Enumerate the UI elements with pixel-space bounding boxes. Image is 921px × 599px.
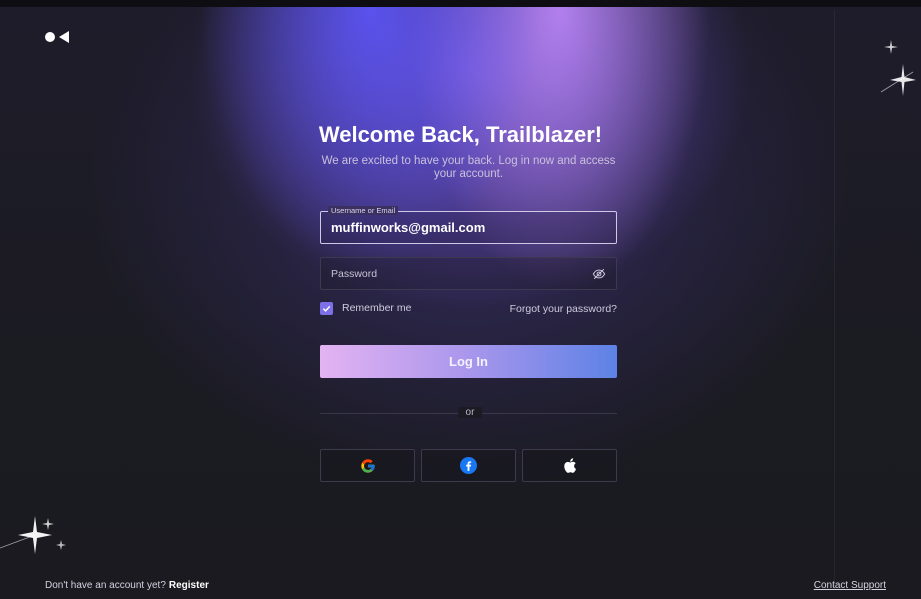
sparkle-icon — [880, 64, 916, 96]
sparkle-icon — [884, 40, 898, 54]
login-button[interactable]: Log In — [320, 345, 617, 378]
remember-me-toggle[interactable]: Remember me — [320, 301, 411, 315]
logo-dot — [45, 32, 55, 42]
register-prompt-text: Don't have an account yet? — [45, 580, 166, 591]
apple-icon — [564, 458, 576, 473]
apple-login-button[interactable] — [522, 449, 617, 482]
eye-off-icon[interactable] — [592, 267, 606, 281]
register-link[interactable]: Register — [169, 580, 209, 591]
facebook-icon — [460, 457, 477, 474]
google-login-button[interactable] — [320, 449, 415, 482]
sparkle-icon — [56, 540, 66, 550]
register-prompt: Don't have an account yet? Register — [45, 580, 209, 591]
page-subtitle: We are excited to have your back. Log in… — [321, 155, 616, 180]
logo-icon[interactable] — [45, 31, 71, 45]
google-icon — [360, 458, 375, 473]
facebook-login-button[interactable] — [421, 449, 516, 482]
remember-label: Remember me — [342, 302, 412, 314]
sparkle-icon — [42, 518, 54, 530]
password-placeholder: Password — [331, 268, 378, 280]
top-bar — [0, 0, 921, 7]
contact-support-link[interactable]: Contact Support — [814, 580, 886, 591]
decorative-line — [834, 10, 835, 590]
logo-triangle — [59, 31, 69, 43]
divider-label: or — [458, 407, 482, 418]
username-value[interactable]: muffinworks@gmail.com — [331, 220, 485, 235]
login-page: Welcome Back, Trailblazer! We are excite… — [0, 0, 921, 599]
forgot-password-link[interactable]: Forgot your password? — [510, 303, 617, 315]
username-label: Username or Email — [328, 206, 399, 215]
remember-checkbox[interactable] — [320, 301, 333, 315]
page-title: Welcome Back, Trailblazer! — [318, 122, 603, 147]
username-field[interactable]: Username or Email muffinworks@gmail.com — [320, 206, 617, 244]
check-icon — [322, 305, 331, 312]
password-field[interactable]: Password — [320, 257, 617, 290]
